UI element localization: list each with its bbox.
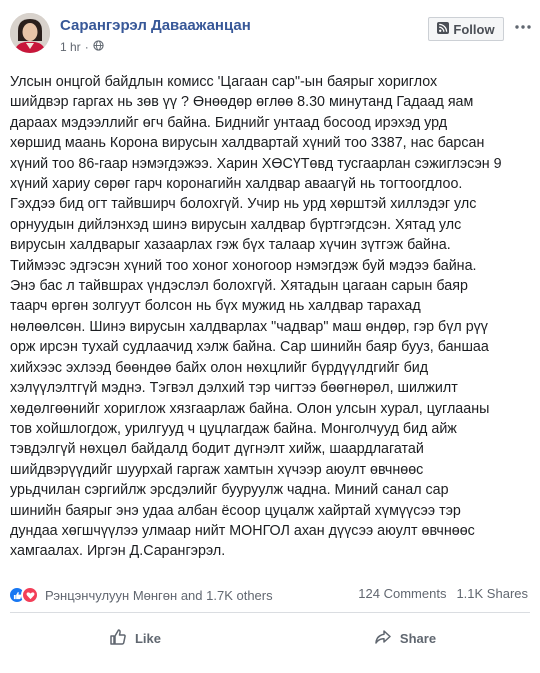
reactions-summary[interactable]: Рэнцэнчулуун Мөнгөн and 1.7K others (8, 586, 273, 604)
thumbs-up-icon (109, 628, 127, 649)
more-icon[interactable] (513, 17, 533, 37)
actions-divider (10, 612, 530, 613)
share-label: Share (399, 630, 437, 646)
follow-label: Follow (453, 21, 495, 37)
reaction-icons (8, 586, 39, 604)
shares-count[interactable]: 1.1K Shares (456, 586, 528, 601)
post-header: Сарангэрэл Даваажанцан 1 hr · Follow (0, 0, 540, 62)
avatar[interactable] (10, 13, 50, 53)
rss-icon (437, 21, 450, 37)
meta-separator: · (84, 40, 89, 54)
engagement-counts: 124 Comments 1.1K Shares (358, 586, 528, 601)
post-meta: 1 hr · (60, 40, 104, 54)
post-text: Улсын онцгой байдлын комисс 'Цагаан сар"… (10, 74, 502, 560)
globe-icon (93, 40, 104, 54)
post-stats: Рэнцэнчулуун Мөнгөн and 1.7K others 124 … (0, 584, 540, 608)
avatar-image (10, 13, 50, 53)
like-button[interactable]: Like (0, 620, 270, 656)
follow-button[interactable]: Follow (428, 17, 504, 41)
comments-count[interactable]: 124 Comments (358, 586, 446, 601)
author-name[interactable]: Сарангэрэл Даваажанцан (60, 17, 251, 34)
share-button[interactable]: Share (270, 620, 540, 656)
post-time[interactable]: 1 hr (60, 40, 81, 54)
love-reaction-icon (21, 586, 39, 604)
reactions-text: Рэнцэнчулуун Мөнгөн and 1.7K others (45, 587, 273, 603)
share-arrow-icon (374, 628, 392, 649)
post-actions: Like Share (0, 620, 540, 656)
like-label: Like (134, 630, 161, 646)
